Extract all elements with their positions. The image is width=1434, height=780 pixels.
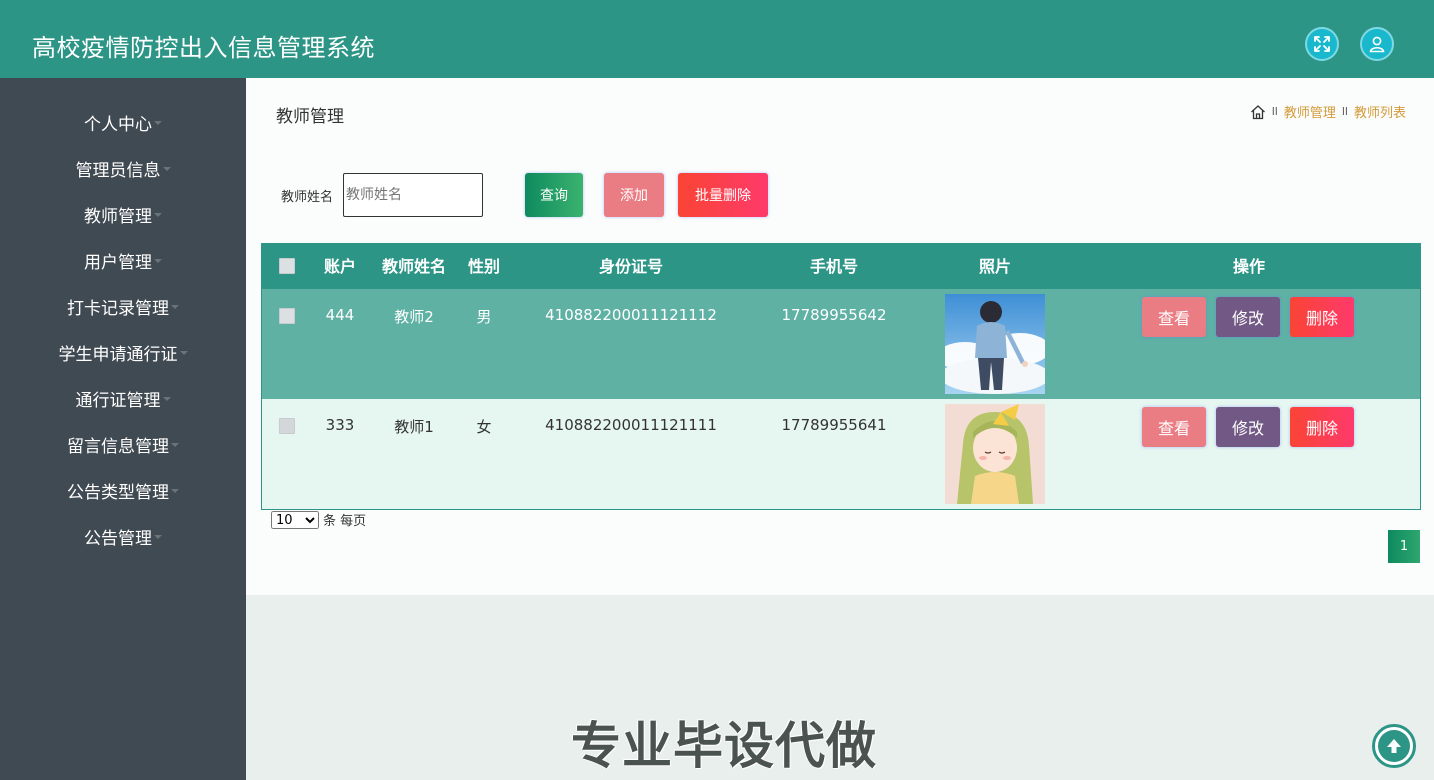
- sidebar-item-teacher-management[interactable]: 教师管理: [0, 199, 246, 229]
- sidebar-item-notice-management[interactable]: 公告管理: [0, 521, 246, 551]
- delete-button[interactable]: 删除: [1290, 297, 1354, 337]
- caret-down-icon: [162, 167, 171, 171]
- back-to-top-inner: [1378, 730, 1410, 762]
- caret-down-icon: [171, 489, 179, 493]
- sidebar-item-admin-info[interactable]: 管理员信息: [0, 153, 246, 183]
- cell-teacher-name: 教师1: [394, 418, 434, 436]
- cell-gender: 男: [476, 308, 492, 326]
- search-label: 教师姓名: [281, 190, 334, 205]
- breadcrumb-item-teacher-list[interactable]: 教师列表: [1354, 102, 1406, 121]
- table-header: 账户 教师姓名 性别 身份证号 手机号 照片 操作: [262, 244, 1420, 289]
- cell-id-number: 410882200011121112: [545, 306, 717, 324]
- sidebar-item-label: 公告类型管理: [67, 482, 169, 503]
- caret-down-icon: [179, 351, 188, 355]
- caret-down-icon: [171, 443, 179, 447]
- edit-button[interactable]: 修改: [1216, 297, 1280, 337]
- edit-button[interactable]: 修改: [1216, 407, 1280, 447]
- sidebar-item-label: 公告管理: [84, 528, 152, 549]
- page-size-select[interactable]: 10: [271, 510, 319, 529]
- sidebar-item-message-management[interactable]: 留言信息管理: [0, 429, 246, 459]
- user-menu-button[interactable]: [1360, 27, 1394, 61]
- column-header-actions: 操作: [1232, 257, 1266, 276]
- column-header-photo: 照片: [978, 257, 1012, 276]
- add-button[interactable]: 添加: [604, 173, 664, 217]
- row-checkbox[interactable]: [279, 308, 295, 324]
- breadcrumb-separator: ll: [1271, 105, 1278, 118]
- view-button[interactable]: 查看: [1142, 407, 1206, 447]
- breadcrumb-separator: ll: [1341, 105, 1348, 118]
- sidebar-item-label: 用户管理: [84, 252, 152, 273]
- sidebar-item-label: 通行证管理: [75, 390, 161, 411]
- breadcrumb-item-teacher-management[interactable]: 教师管理: [1284, 102, 1336, 121]
- cell-account: 333: [325, 416, 355, 434]
- cell-gender: 女: [476, 418, 492, 436]
- table-row: 444 教师2 男 410882200011121112 17789955642: [262, 289, 1420, 399]
- caret-down-icon: [162, 397, 171, 401]
- column-header-id-number: 身份证号: [598, 257, 664, 276]
- sidebar-item-checkin-records[interactable]: 打卡记录管理: [0, 291, 246, 321]
- column-header-account: 账户: [323, 257, 357, 276]
- column-header-teacher-name: 教师姓名: [381, 257, 447, 276]
- sidebar-item-notice-type-management[interactable]: 公告类型管理: [0, 475, 246, 505]
- fullscreen-button[interactable]: [1305, 27, 1339, 61]
- select-all-checkbox[interactable]: [279, 258, 295, 274]
- sidebar-item-pass-management[interactable]: 通行证管理: [0, 383, 246, 413]
- column-header-phone: 手机号: [809, 257, 859, 276]
- delete-button[interactable]: 删除: [1290, 407, 1354, 447]
- main-content: 教师管理 ll 教师管理 ll 教师列表 教师姓名 查询 添加 批量删除 账户 …: [246, 78, 1434, 595]
- user-icon: [1369, 36, 1385, 53]
- teacher-name-search-input[interactable]: [343, 173, 483, 217]
- column-header-gender: 性别: [467, 257, 501, 276]
- cell-account: 444: [325, 306, 355, 324]
- sidebar-item-personal-center[interactable]: 个人中心: [0, 107, 246, 137]
- row-checkbox[interactable]: [279, 418, 295, 434]
- caret-down-icon: [154, 121, 162, 125]
- page-size-control: 10 条 每页: [271, 510, 366, 529]
- top-header: 高校疫情防控出入信息管理系统: [0, 0, 1434, 78]
- page-number-button[interactable]: 1: [1388, 530, 1420, 563]
- sidebar-item-label: 学生申请通行证: [58, 344, 178, 365]
- breadcrumb: ll 教师管理 ll 教师列表: [1250, 102, 1406, 121]
- expand-arrows-icon: [1314, 36, 1330, 52]
- sidebar-item-label: 打卡记录管理: [67, 298, 169, 319]
- cell-phone: 17789955641: [781, 416, 887, 434]
- sidebar-item-user-management[interactable]: 用户管理: [0, 245, 246, 275]
- cell-teacher-name: 教师2: [394, 308, 434, 326]
- home-icon[interactable]: [1250, 104, 1266, 120]
- watermark-text: 专业毕设代做: [571, 717, 877, 775]
- cell-id-number: 410882200011121111: [545, 416, 717, 434]
- teacher-photo: [945, 404, 1045, 504]
- teacher-table: 账户 教师姓名 性别 身份证号 手机号 照片 操作 444 教师2 男 4108…: [261, 243, 1421, 510]
- back-to-top-button[interactable]: [1372, 724, 1416, 768]
- app-title: 高校疫情防控出入信息管理系统: [32, 34, 375, 62]
- view-button[interactable]: 查看: [1142, 297, 1206, 337]
- sidebar: 个人中心 管理员信息 教师管理 用户管理 打卡记录管理 学生申请通行证 通行证管…: [0, 78, 246, 780]
- sidebar-item-label: 管理员信息: [75, 160, 161, 181]
- caret-down-icon: [154, 259, 162, 263]
- caret-down-icon: [171, 305, 179, 309]
- sidebar-item-label: 个人中心: [84, 114, 152, 135]
- caret-down-icon: [154, 535, 162, 539]
- sidebar-item-label: 留言信息管理: [67, 436, 169, 457]
- sidebar-item-label: 教师管理: [84, 206, 152, 227]
- page-title: 教师管理: [276, 107, 344, 127]
- cell-phone: 17789955642: [781, 306, 887, 324]
- query-button[interactable]: 查询: [525, 173, 583, 217]
- page-size-suffix: 条 每页: [323, 514, 367, 529]
- caret-down-icon: [154, 213, 162, 217]
- table-row: 333 教师1 女 410882200011121111 17789955641: [262, 399, 1420, 509]
- teacher-photo: [945, 294, 1045, 394]
- sidebar-item-student-pass-application[interactable]: 学生申请通行证: [0, 337, 246, 367]
- batch-delete-button[interactable]: 批量删除: [678, 173, 768, 217]
- arrow-up-icon: [1387, 739, 1401, 753]
